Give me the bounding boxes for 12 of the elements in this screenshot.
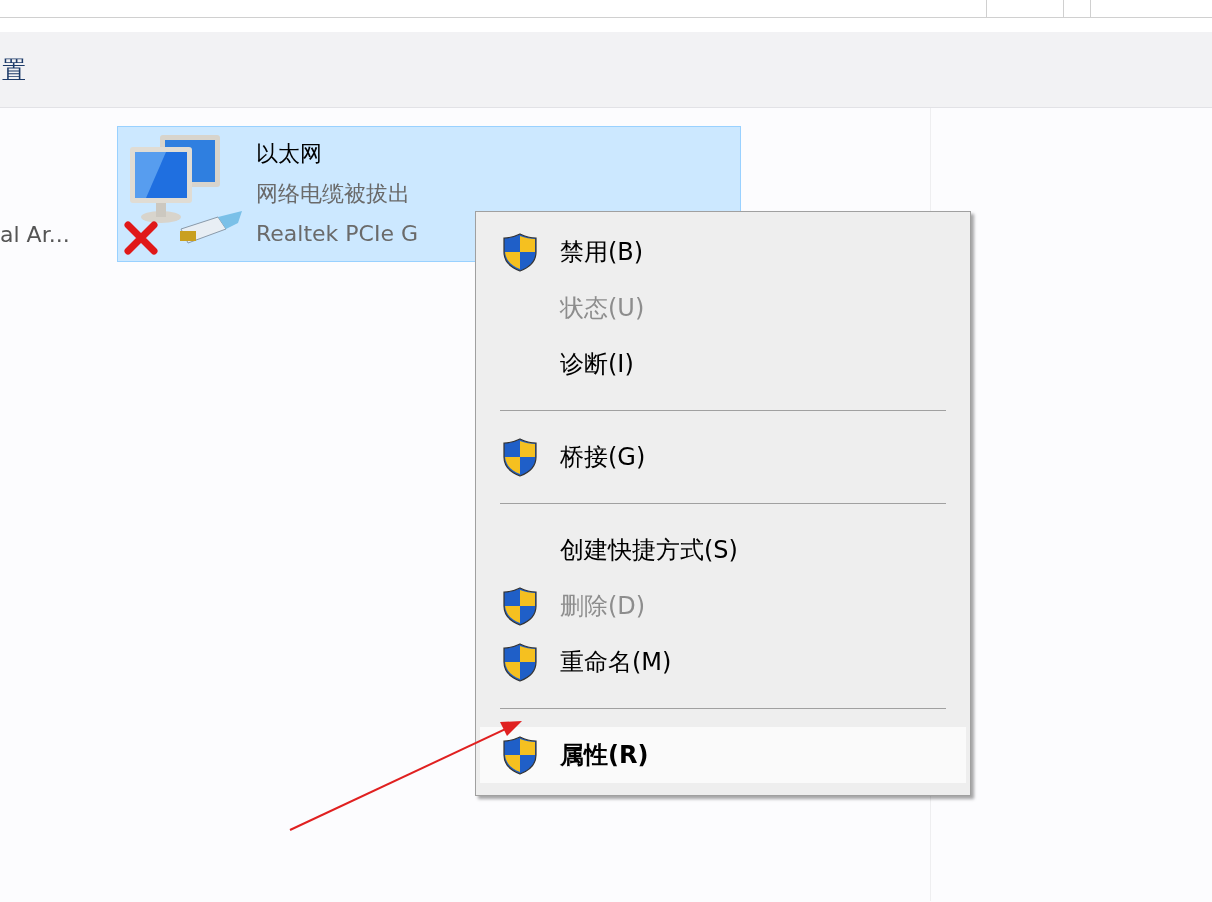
menu-item[interactable]: 诊断(I) — [480, 336, 966, 392]
adapter-status: 网络电缆被拔出 — [256, 180, 411, 208]
adapter-name: 以太网 — [256, 140, 323, 168]
menu-item[interactable]: 重命名(M) — [480, 634, 966, 690]
input-field[interactable] — [986, 0, 1064, 18]
input-field[interactable] — [1090, 0, 1212, 18]
menu-item[interactable]: 属性(R) — [480, 727, 966, 783]
adapter-label: al Ar... — [0, 222, 70, 247]
menu-item[interactable]: 桥接(G) — [480, 429, 966, 485]
adapter-device: Realtek PCIe G — [256, 220, 418, 248]
toolbar-title: 置 — [2, 54, 26, 86]
menu-item[interactable]: 创建快捷方式(S) — [480, 522, 966, 578]
